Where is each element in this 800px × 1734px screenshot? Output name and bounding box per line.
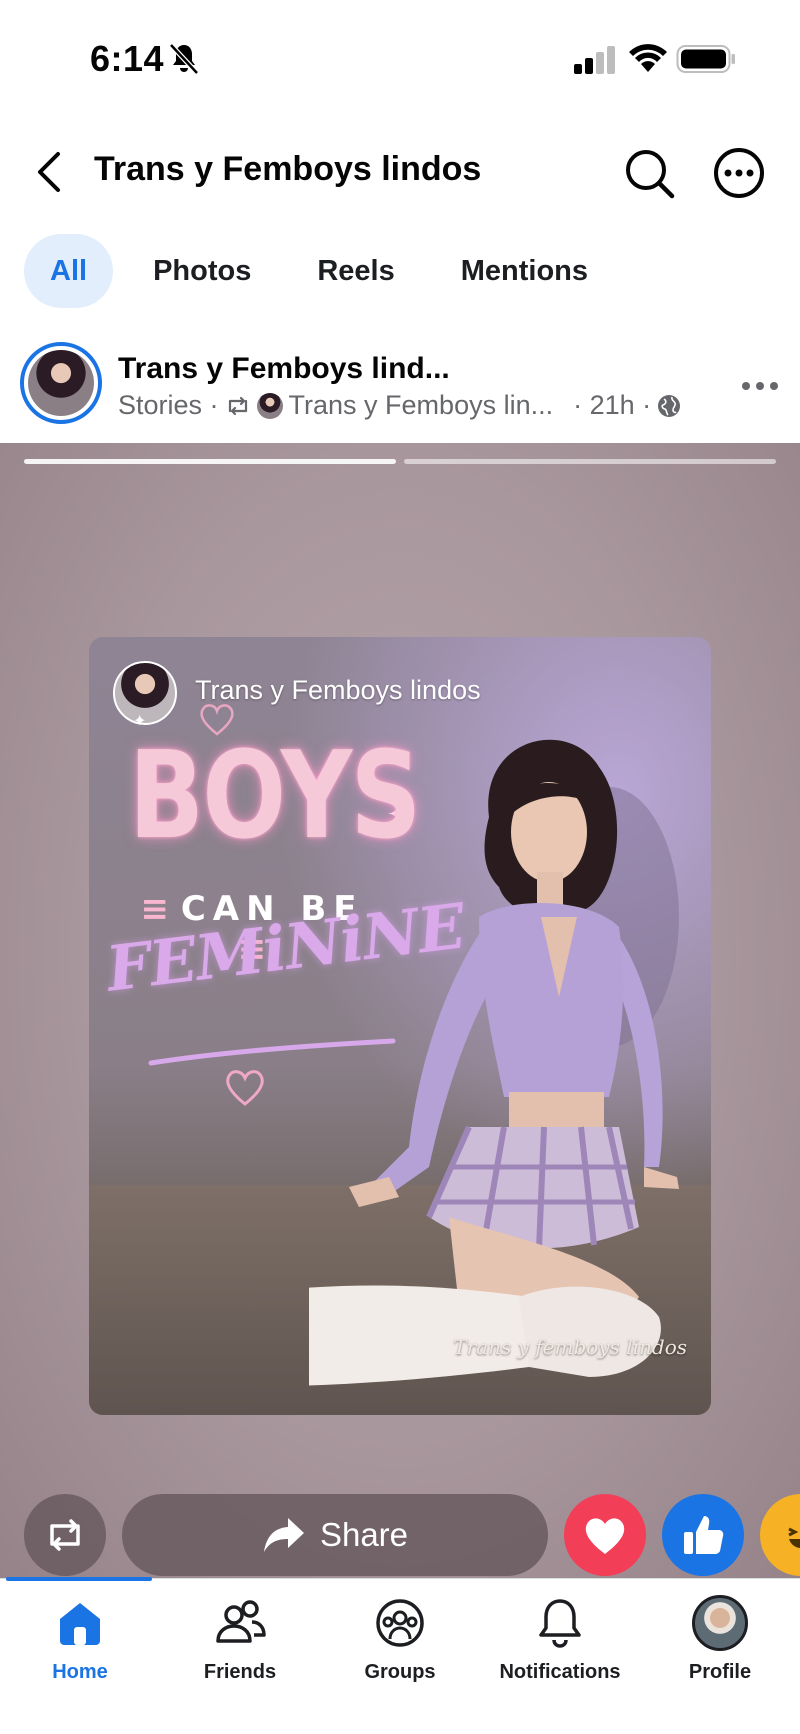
nav-home-label: Home xyxy=(52,1661,108,1683)
search-icon[interactable] xyxy=(622,146,676,200)
nav-friends-label: Friends xyxy=(203,1661,277,1683)
heart-icon xyxy=(585,1518,625,1554)
thumbs-up-icon xyxy=(684,1516,724,1554)
nav-profile-label: Profile xyxy=(688,1661,752,1683)
story-watermark: Trans y femboys lindos xyxy=(453,1335,687,1359)
header: Trans y Femboys lindos xyxy=(0,130,800,214)
profile-avatar xyxy=(692,1595,748,1651)
page-title: Trans y Femboys lindos xyxy=(94,150,482,188)
bell-icon xyxy=(539,1599,581,1648)
nav-groups[interactable]: Groups xyxy=(320,1595,480,1695)
tab-reels[interactable]: Reels xyxy=(291,234,420,308)
story-progress xyxy=(24,459,776,464)
filter-tabs: All Photos Reels Mentions xyxy=(24,234,628,308)
home-icon xyxy=(60,1603,100,1645)
poster-underline xyxy=(148,1038,396,1066)
meta-stories: Stories · xyxy=(118,390,219,420)
love-reaction-button[interactable] xyxy=(564,1494,646,1576)
haha-reaction-button[interactable] xyxy=(760,1494,800,1576)
tab-all[interactable]: All xyxy=(24,234,114,308)
wifi-icon xyxy=(629,44,667,72)
battery-icon xyxy=(676,45,735,73)
nav-profile[interactable]: Profile xyxy=(640,1595,800,1695)
post-header: Trans y Femboys lind... Stories · Trans … xyxy=(0,338,800,438)
friends-icon xyxy=(216,1600,266,1643)
status-time: 6:14 xyxy=(90,38,165,79)
post-author-avatar[interactable] xyxy=(20,342,102,424)
status-bar: 6:14 xyxy=(0,0,800,110)
tab-photos[interactable]: Photos xyxy=(127,234,277,308)
nav-groups-label: Groups xyxy=(364,1661,436,1683)
heart-doodle-icon xyxy=(226,1070,264,1106)
repost-icon xyxy=(50,1519,80,1551)
avatar-image xyxy=(28,350,94,416)
card-author-name: Trans y Femboys lindos xyxy=(195,675,481,705)
post-more-icon[interactable] xyxy=(740,374,780,398)
progress-segment xyxy=(404,459,776,464)
page: 6:14 Trans y Femboys lindos All Photos R… xyxy=(0,0,800,1734)
share-label: Share xyxy=(319,1516,409,1553)
share-arrow-icon xyxy=(263,1518,304,1552)
meta-time: · 21h · xyxy=(573,390,652,420)
nav-friends[interactable]: Friends xyxy=(160,1595,320,1695)
tab-mentions[interactable]: Mentions xyxy=(435,234,614,308)
nav-notifications[interactable]: Notifications xyxy=(480,1595,640,1695)
shared-from-avatar xyxy=(256,392,283,419)
story-card: Trans y Femboys lindos ✦ ✦ BOYS ≡ CAN BE… xyxy=(89,637,711,1415)
repost-button[interactable] xyxy=(24,1494,106,1576)
bell-muted-icon xyxy=(169,43,199,75)
bottom-nav: Home Friends Groups Notifications Profil… xyxy=(0,1577,800,1734)
laughing-face-icon xyxy=(788,1527,800,1548)
nav-notifications-label: Notifications xyxy=(499,1661,621,1683)
nav-home[interactable]: Home xyxy=(0,1595,160,1695)
meta-shared-from[interactable]: Trans y Femboys lin... xyxy=(289,390,554,421)
groups-icon xyxy=(376,1599,424,1647)
poster-headline-boys: BOYS xyxy=(129,727,421,866)
story-viewer[interactable]: Trans y Femboys lindos ✦ ✦ BOYS ≡ CAN BE… xyxy=(0,443,800,1578)
signal-icon xyxy=(574,46,615,74)
post-author-name[interactable]: Trans y Femboys lind... xyxy=(118,352,450,386)
back-arrow-icon xyxy=(38,152,60,192)
globe-icon xyxy=(658,394,681,417)
more-icon[interactable] xyxy=(712,146,766,200)
repost-icon xyxy=(228,396,247,415)
story-actions: Share xyxy=(0,1494,800,1576)
post-meta: Stories · Trans y Femboys lin... · 21h · xyxy=(118,390,681,421)
like-reaction-button[interactable] xyxy=(662,1494,744,1576)
back-button[interactable] xyxy=(26,146,72,198)
nav-active-indicator xyxy=(6,1577,152,1581)
progress-segment xyxy=(24,459,396,464)
share-button[interactable]: Share xyxy=(122,1494,548,1576)
